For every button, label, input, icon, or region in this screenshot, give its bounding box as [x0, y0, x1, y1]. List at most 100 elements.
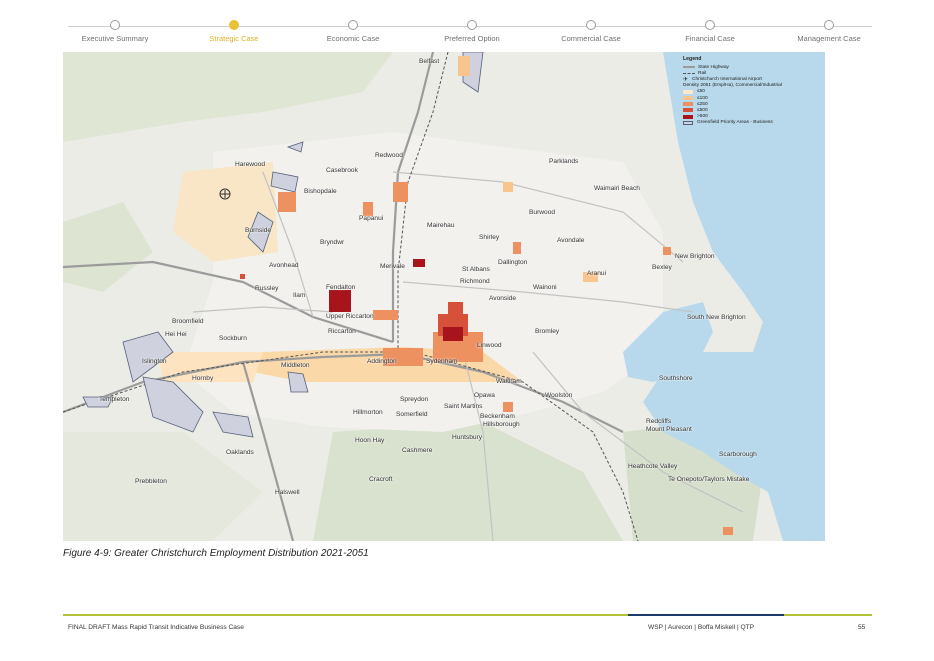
- place-label: Bexley: [652, 264, 672, 271]
- density-block: [413, 259, 425, 267]
- place-label: Avonhead: [269, 262, 299, 269]
- place-label: Wainoni: [533, 284, 557, 291]
- legend-label: ≤50: [697, 89, 705, 95]
- legend-label: >500: [697, 114, 708, 120]
- place-label: Parklands: [549, 158, 579, 165]
- step-dot: [110, 20, 120, 30]
- step-dot: [467, 20, 477, 30]
- density-block: [278, 192, 296, 212]
- place-label: St Albans: [462, 266, 490, 273]
- footer-rule-accent: [628, 614, 784, 616]
- place-label: Richmond: [460, 278, 490, 285]
- place-label: Huntsbury: [452, 434, 483, 441]
- nav-step-management-case[interactable]: Management Case: [769, 20, 889, 43]
- legend-label: ≤500: [697, 107, 708, 113]
- map-legend: Legend State Highway Rail ✈ Christchurch…: [683, 56, 823, 126]
- place-label: Riccarton: [328, 328, 356, 335]
- place-label: Dallington: [498, 259, 528, 266]
- legend-title: Legend: [683, 56, 702, 62]
- legend-label: State Highway: [698, 64, 729, 70]
- step-label: Economic Case: [326, 34, 380, 43]
- nav-step-commercial-case[interactable]: Commercial Case: [531, 20, 651, 43]
- nav-step-economic-case[interactable]: Economic Case: [293, 20, 413, 43]
- step-label: Financial Case: [685, 34, 735, 43]
- legend-swatch: [683, 120, 693, 125]
- place-label: Hornby: [192, 375, 214, 382]
- place-label: Linwood: [477, 342, 502, 349]
- place-label: Aranui: [587, 270, 607, 277]
- legend-swatch: [683, 108, 693, 113]
- legend-label: ≤250: [697, 101, 708, 107]
- employment-density-map: Belfast Redwood Casebrook Harewood Bisho…: [63, 52, 825, 541]
- density-block: [373, 310, 398, 320]
- density-block: [448, 302, 463, 316]
- place-label: Halswell: [275, 489, 300, 496]
- place-label: Scarborough: [719, 451, 757, 458]
- density-block: [663, 247, 671, 255]
- step-label: Strategic Case: [209, 34, 259, 43]
- figure-caption: Figure 4-9: Greater Christchurch Employm…: [63, 548, 369, 559]
- place-label: Waimairi Beach: [594, 185, 640, 192]
- case-progress-nav: Executive Summary Strategic Case Economi…: [68, 16, 872, 52]
- step-dot-active: [229, 20, 239, 30]
- place-label: Somerfield: [396, 411, 428, 418]
- place-label: Burnside: [245, 227, 272, 234]
- legend-greenfield: Greenfield Priority Areas - Business: [683, 120, 823, 126]
- place-label: Saint Martins: [444, 403, 483, 410]
- legend-label: ≤100: [697, 95, 708, 101]
- legend-swatch: [683, 114, 693, 119]
- place-label: Upper Riccarton: [326, 313, 374, 320]
- place-label: Spreydon: [400, 396, 429, 403]
- place-label: Hillsborough: [483, 421, 520, 428]
- step-label: Commercial Case: [561, 34, 621, 43]
- nav-step-financial-case[interactable]: Financial Case: [650, 20, 770, 43]
- place-label: Mairehau: [427, 222, 455, 229]
- place-label: Belfast: [419, 58, 440, 65]
- place-label: South New Brighton: [687, 314, 746, 321]
- footer-document-title: FINAL DRAFT Mass Rapid Transit Indicativ…: [68, 624, 244, 631]
- place-label: Middleton: [281, 362, 310, 369]
- density-block: [393, 182, 408, 202]
- place-label: Sockburn: [219, 335, 247, 342]
- legend-label: Density 2051 (Emp/Ha), Commercial/Indust…: [683, 83, 782, 89]
- place-label: Merivale: [380, 263, 405, 270]
- place-label: Prebbleton: [135, 478, 167, 485]
- density-block: [443, 327, 463, 341]
- place-label: Heathcote Valley: [628, 463, 678, 470]
- place-label: Cracroft: [369, 476, 393, 483]
- legend-label: Christchurch International Airport: [692, 76, 762, 82]
- place-label: Addington: [367, 358, 397, 365]
- density-block: [240, 274, 245, 279]
- place-label: Redwood: [375, 152, 403, 159]
- density-block: [723, 527, 733, 535]
- place-label: Bromley: [535, 328, 560, 335]
- step-dot: [705, 20, 715, 30]
- place-label: New Brighton: [675, 253, 715, 260]
- legend-label: Rail: [698, 70, 707, 76]
- nav-step-executive-summary[interactable]: Executive Summary: [55, 20, 175, 43]
- place-label: Casebrook: [326, 167, 358, 174]
- legend-label: Greenfield Priority Areas - Business: [697, 120, 773, 126]
- step-label: Management Case: [797, 34, 861, 43]
- density-block: [503, 402, 513, 412]
- footer-partners: WSP | Aurecon | Boffa Miskell | QTP: [648, 624, 755, 631]
- step-dot: [824, 20, 834, 30]
- place-label: Bryndwr: [320, 239, 345, 246]
- place-label: Avondale: [557, 237, 585, 244]
- place-label: Beckenham: [480, 413, 515, 420]
- airport-icon: ✈: [683, 76, 689, 83]
- nav-step-preferred-option[interactable]: Preferred Option: [412, 20, 532, 43]
- place-label: Hoon Hay: [355, 437, 385, 444]
- place-label: Islington: [142, 358, 167, 365]
- place-label: Burwood: [529, 209, 556, 216]
- legend-swatch: [683, 89, 693, 94]
- place-label: Sydenham: [426, 358, 458, 365]
- place-label: Woolston: [545, 392, 573, 399]
- highway-symbol: [683, 66, 695, 69]
- place-label: Avonside: [489, 295, 517, 302]
- density-block: [363, 202, 373, 216]
- place-label: Waltham: [496, 378, 522, 385]
- place-label: Southshore: [659, 375, 693, 382]
- nav-step-strategic-case[interactable]: Strategic Case: [174, 20, 294, 43]
- density-block: [513, 242, 521, 254]
